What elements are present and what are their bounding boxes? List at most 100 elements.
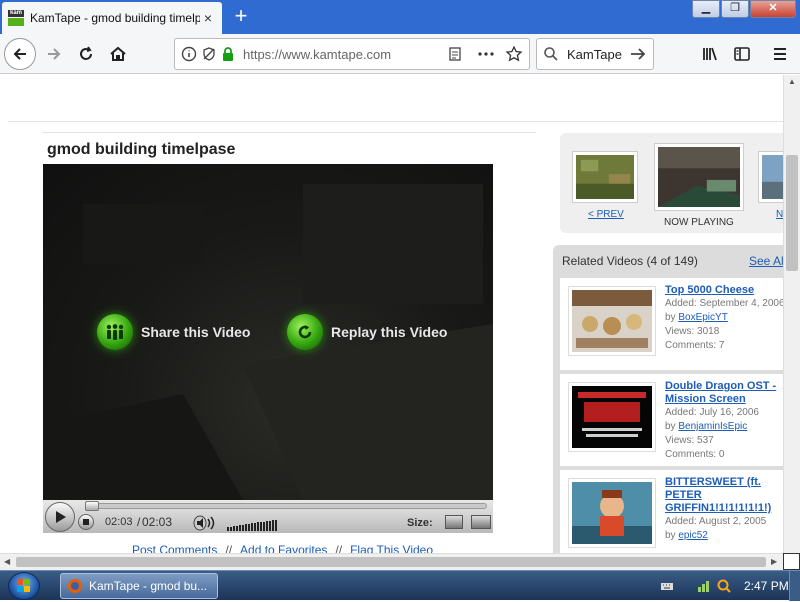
- related-video-title[interactable]: Double Dragon OST - Mission Screen: [665, 380, 783, 406]
- post-comments-link[interactable]: Post Comments: [132, 543, 217, 553]
- flag-video-link[interactable]: Flag This Video: [350, 543, 433, 553]
- related-video-title[interactable]: BITTERSWEET (ft. PETER GRIFFIN1!1!1!1!1!…: [665, 476, 783, 515]
- taskbar-clock: 2:47 PM: [744, 579, 789, 593]
- reload-button[interactable]: [70, 38, 102, 70]
- related-video-item: Double Dragon OST - Mission Screen Added…: [560, 374, 783, 466]
- scroll-right-arrow-icon[interactable]: ▶: [771, 557, 777, 566]
- related-video-info: BITTERSWEET (ft. PETER GRIFFIN1!1!1!1!1!…: [665, 476, 783, 543]
- related-video-title[interactable]: Top 5000 Cheese: [665, 284, 783, 297]
- vertical-scroll-thumb[interactable]: [786, 155, 798, 271]
- video-player[interactable]: Share this Video Replay this Video 02:03…: [43, 164, 493, 533]
- tab-close-button[interactable]: ×: [200, 10, 216, 26]
- start-button[interactable]: [8, 572, 40, 600]
- related-video-info: Top 5000 Cheese Added: September 4, 2006…: [665, 284, 783, 353]
- tracking-protection-icon[interactable]: [201, 46, 217, 62]
- related-video-byline: by epic52: [665, 529, 783, 543]
- prev-link[interactable]: < PREV: [588, 209, 624, 220]
- thumbnail-image: [576, 155, 634, 199]
- volume-bar: [230, 527, 232, 531]
- scroll-up-arrow-icon[interactable]: ▲: [788, 77, 796, 86]
- new-tab-button[interactable]: +: [228, 4, 254, 30]
- link-separator: //: [225, 543, 233, 553]
- home-button[interactable]: [102, 38, 134, 70]
- related-video-author[interactable]: BoxEpicYT: [678, 312, 727, 323]
- related-video-author[interactable]: BenjaminIsEpic: [678, 421, 747, 432]
- windows-logo-icon: [17, 579, 30, 592]
- back-arrow-icon: [13, 48, 26, 60]
- search-tray-icon[interactable]: [716, 578, 732, 594]
- seek-bar[interactable]: [85, 503, 487, 509]
- scroll-left-arrow-icon[interactable]: ◀: [4, 557, 10, 566]
- menu-button[interactable]: [764, 38, 796, 70]
- related-video-author[interactable]: epic52: [678, 530, 707, 541]
- reader-view-icon[interactable]: [447, 46, 463, 62]
- volume-slider[interactable]: [227, 517, 281, 531]
- browser-tab[interactable]: kam KamTape - gmod building timelpase ×: [2, 2, 222, 34]
- library-icon: [703, 47, 717, 61]
- page-content: gmod building timelpase Share this Video…: [0, 75, 783, 553]
- related-video-thumbnail[interactable]: [568, 478, 656, 548]
- navigation-toolbar: https://www.kamtape.com KamTape: [0, 34, 800, 74]
- next-video-thumbnail[interactable]: [758, 151, 783, 203]
- close-window-button[interactable]: ✕: [750, 0, 796, 18]
- search-go-arrow-icon[interactable]: [629, 46, 647, 62]
- sidebar-button[interactable]: [726, 38, 758, 70]
- now-playing-thumbnail[interactable]: [654, 143, 744, 211]
- minimize-button[interactable]: ▁: [692, 0, 720, 18]
- keyboard-icon[interactable]: [660, 579, 674, 593]
- normal-size-button[interactable]: [445, 515, 463, 529]
- replay-video-label: Replay this Video: [331, 324, 448, 340]
- stop-button[interactable]: [78, 514, 94, 530]
- related-video-item: Top 5000 Cheese Added: September 4, 2006…: [560, 278, 783, 370]
- volume-bar: [251, 523, 253, 531]
- network-icon[interactable]: [696, 578, 712, 594]
- related-video-comments: Comments: 7: [665, 340, 725, 351]
- prev-video-thumbnail[interactable]: [572, 151, 638, 203]
- volume-icon[interactable]: [193, 515, 221, 531]
- related-video-added: Added: July 16, 2006: [665, 407, 759, 418]
- related-video-comments: Comments: 0: [665, 449, 725, 460]
- see-all-link[interactable]: See All: [749, 254, 783, 268]
- seek-handle[interactable]: [85, 501, 99, 511]
- page-actions-icon[interactable]: [477, 46, 495, 62]
- tab-strip: kam KamTape - gmod building timelpase × …: [0, 0, 800, 34]
- volume-bar: [245, 524, 247, 531]
- url-text[interactable]: https://www.kamtape.com: [243, 47, 447, 62]
- related-video-byline: by BenjaminIsEpic: [665, 420, 783, 434]
- now-playing-label: NOW PLAYING: [664, 217, 734, 228]
- share-video-button[interactable]: Share this Video: [97, 314, 250, 350]
- volume-bar: [242, 525, 244, 531]
- window-buttons: ▁ ❐ ✕: [691, 0, 796, 18]
- related-video-thumbnail[interactable]: [568, 382, 656, 452]
- play-button[interactable]: [45, 502, 75, 532]
- fullscreen-button[interactable]: [471, 515, 491, 529]
- related-videos-heading: Related Videos (4 of 149): [562, 254, 698, 268]
- forward-button[interactable]: [38, 38, 70, 70]
- back-button[interactable]: [4, 38, 36, 70]
- thumbnail-image: [572, 386, 652, 448]
- thumbnail-image: [572, 290, 652, 352]
- library-button[interactable]: [694, 38, 726, 70]
- firefox-app-icon: [68, 579, 82, 593]
- url-bar[interactable]: https://www.kamtape.com: [174, 38, 530, 70]
- related-video-info: Double Dragon OST - Mission Screen Added…: [665, 380, 783, 462]
- replay-video-button[interactable]: Replay this Video: [287, 314, 447, 350]
- video-frame[interactable]: Share this Video Replay this Video: [43, 164, 493, 500]
- restore-button[interactable]: ❐: [721, 0, 749, 18]
- horizontal-scroll-thumb[interactable]: [16, 557, 766, 567]
- related-video-thumbnail[interactable]: [568, 286, 656, 356]
- info-icon[interactable]: [181, 46, 197, 62]
- search-bar[interactable]: KamTape: [536, 38, 654, 70]
- horizontal-scrollbar[interactable]: ◀ ▶: [0, 553, 783, 570]
- next-link[interactable]: N: [776, 209, 783, 220]
- share-video-label: Share this Video: [141, 324, 251, 340]
- add-to-favorites-link[interactable]: Add to Favorites: [240, 543, 327, 553]
- taskbar-firefox-item[interactable]: KamTape - gmod bu...: [60, 573, 218, 599]
- replay-icon: [287, 314, 323, 350]
- vertical-scrollbar[interactable]: ▲: [783, 75, 800, 553]
- bookmark-star-icon[interactable]: [505, 45, 523, 63]
- taskbar: KamTape - gmod bu... 2:47 PM: [0, 570, 800, 601]
- volume-bar: [236, 526, 238, 531]
- show-desktop-button[interactable]: [789, 571, 800, 601]
- volume-bar: [233, 526, 235, 531]
